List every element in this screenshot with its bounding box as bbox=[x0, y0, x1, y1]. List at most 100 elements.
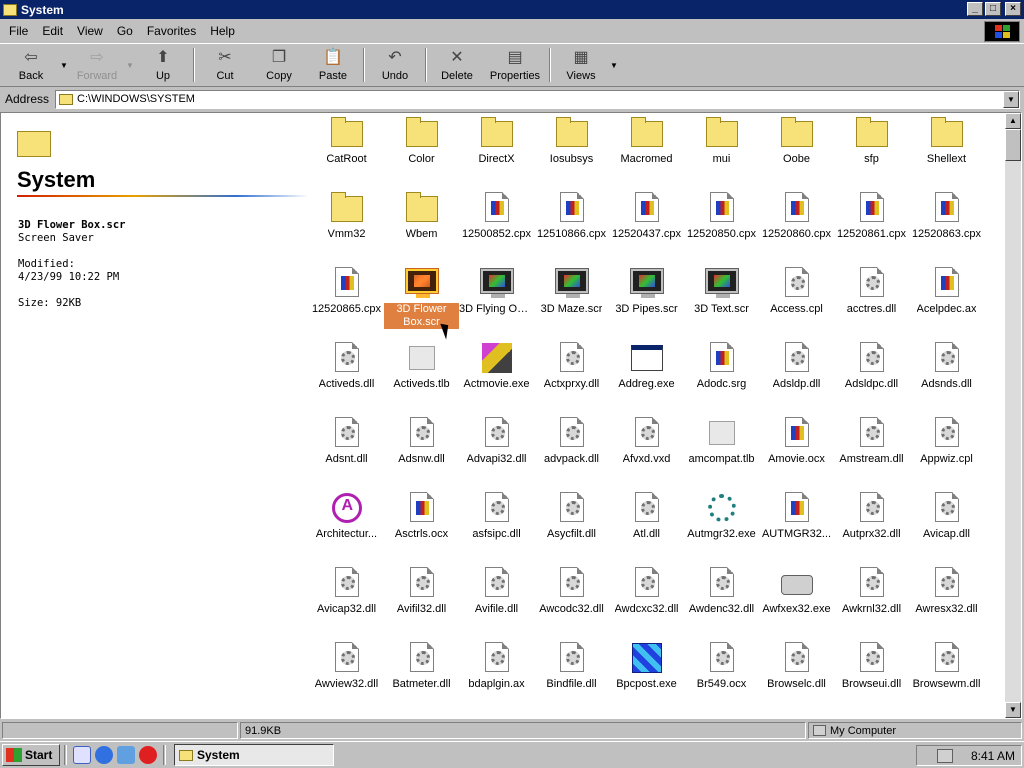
file-item[interactable]: Awdcxc32.dll bbox=[609, 567, 684, 616]
file-item[interactable]: Batmeter.dll bbox=[384, 642, 459, 691]
title-bar[interactable]: System _ □ × bbox=[0, 0, 1024, 19]
file-item[interactable]: Awcodc32.dll bbox=[534, 567, 609, 616]
menu-favorites[interactable]: Favorites bbox=[140, 24, 203, 38]
forward-dropdown[interactable]: ▼ bbox=[124, 44, 136, 86]
file-item[interactable]: 12520865.cpx bbox=[309, 267, 384, 316]
file-item[interactable]: 12520437.cpx bbox=[609, 192, 684, 241]
opera-icon[interactable] bbox=[139, 746, 157, 764]
file-item[interactable]: Avicap32.dll bbox=[309, 567, 384, 616]
file-item[interactable]: CatRoot bbox=[309, 117, 384, 166]
file-item[interactable]: 3D Flower Box.scr bbox=[384, 267, 459, 329]
file-item[interactable]: Autprx32.dll bbox=[834, 492, 909, 541]
file-item[interactable]: Browseui.dll bbox=[834, 642, 909, 691]
file-item[interactable]: Avicap.dll bbox=[909, 492, 984, 541]
outlook-express-icon[interactable] bbox=[117, 746, 135, 764]
file-item[interactable]: 12510866.cpx bbox=[534, 192, 609, 241]
file-item[interactable]: Autmgr32.exe bbox=[684, 492, 759, 541]
file-item[interactable]: Awfxex32.exe bbox=[759, 567, 834, 616]
menu-view[interactable]: View bbox=[70, 24, 110, 38]
file-item[interactable]: Iosubsys bbox=[534, 117, 609, 166]
file-item[interactable]: Actmovie.exe bbox=[459, 342, 534, 391]
file-item[interactable]: 12500852.cpx bbox=[459, 192, 534, 241]
clock[interactable]: 8:41 AM bbox=[971, 749, 1015, 763]
back-dropdown[interactable]: ▼ bbox=[58, 44, 70, 86]
file-item[interactable]: Addreg.exe bbox=[609, 342, 684, 391]
file-item[interactable]: Adsnw.dll bbox=[384, 417, 459, 466]
scroll-thumb[interactable] bbox=[1005, 129, 1021, 161]
properties-button[interactable]: ▤ Properties bbox=[484, 44, 546, 86]
file-item[interactable]: Browsewm.dll bbox=[909, 642, 984, 691]
file-item[interactable]: Amstream.dll bbox=[834, 417, 909, 466]
file-item[interactable]: Bindfile.dll bbox=[534, 642, 609, 691]
file-item[interactable]: Asctrls.ocx bbox=[384, 492, 459, 541]
delete-button[interactable]: ✕ Delete bbox=[430, 44, 484, 86]
file-item[interactable]: Awview32.dll bbox=[309, 642, 384, 691]
file-item[interactable]: Adsldp.dll bbox=[759, 342, 834, 391]
views-button[interactable]: ▦ Views bbox=[554, 44, 608, 86]
file-item[interactable]: 3D Flying Objects.scr bbox=[459, 267, 534, 316]
minimize-button[interactable]: _ bbox=[967, 2, 983, 16]
file-item[interactable]: Macromed bbox=[609, 117, 684, 166]
file-item[interactable]: Color bbox=[384, 117, 459, 166]
up-button[interactable]: ⬆ Up bbox=[136, 44, 190, 86]
file-item[interactable]: acctres.dll bbox=[834, 267, 909, 316]
file-item[interactable]: Adsldpc.dll bbox=[834, 342, 909, 391]
scroll-down-button[interactable]: ▼ bbox=[1005, 702, 1021, 718]
views-dropdown[interactable]: ▼ bbox=[608, 44, 620, 86]
file-item[interactable]: asfsipc.dll bbox=[459, 492, 534, 541]
file-item[interactable]: Adsnt.dll bbox=[309, 417, 384, 466]
file-item[interactable]: Activeds.tlb bbox=[384, 342, 459, 391]
file-item[interactable]: Actxprxy.dll bbox=[534, 342, 609, 391]
file-item[interactable]: Bpcpost.exe bbox=[609, 642, 684, 691]
file-item[interactable]: Activeds.dll bbox=[309, 342, 384, 391]
file-item[interactable]: Avifil32.dll bbox=[384, 567, 459, 616]
file-item[interactable]: 12520863.cpx bbox=[909, 192, 984, 241]
menu-help[interactable]: Help bbox=[203, 24, 242, 38]
file-item[interactable]: Awkrnl32.dll bbox=[834, 567, 909, 616]
copy-button[interactable]: ❐ Copy bbox=[252, 44, 306, 86]
file-item[interactable]: Amovie.ocx bbox=[759, 417, 834, 466]
file-item[interactable]: Afvxd.vxd bbox=[609, 417, 684, 466]
file-item[interactable]: Adodc.srg bbox=[684, 342, 759, 391]
taskbar-button-system[interactable]: System bbox=[174, 744, 334, 766]
maximize-button[interactable]: □ bbox=[985, 2, 1001, 16]
file-item[interactable]: Shellext bbox=[909, 117, 984, 166]
back-button[interactable]: ⇦ Back bbox=[4, 44, 58, 86]
file-item[interactable]: Awresx32.dll bbox=[909, 567, 984, 616]
file-item[interactable]: Advapi32.dll bbox=[459, 417, 534, 466]
file-item[interactable]: bdaplgin.ax bbox=[459, 642, 534, 691]
file-item[interactable]: 3D Maze.scr bbox=[534, 267, 609, 316]
file-item[interactable]: Atl.dll bbox=[609, 492, 684, 541]
file-item[interactable]: Architectur... bbox=[309, 492, 384, 541]
network-icon[interactable] bbox=[936, 748, 953, 763]
address-dropdown-button[interactable]: ▼ bbox=[1003, 90, 1019, 108]
file-item[interactable]: DirectX bbox=[459, 117, 534, 166]
forward-button[interactable]: ⇨ Forward bbox=[70, 44, 124, 86]
menu-go[interactable]: Go bbox=[110, 24, 140, 38]
file-item[interactable]: amcompat.tlb bbox=[684, 417, 759, 466]
undo-button[interactable]: ↶ Undo bbox=[368, 44, 422, 86]
file-item[interactable]: Asycfilt.dll bbox=[534, 492, 609, 541]
file-item[interactable]: sfp bbox=[834, 117, 909, 166]
file-item[interactable]: mui bbox=[684, 117, 759, 166]
menu-edit[interactable]: Edit bbox=[35, 24, 70, 38]
show-desktop-icon[interactable] bbox=[73, 746, 91, 764]
menu-file[interactable]: File bbox=[2, 24, 35, 38]
file-item[interactable]: Adsnds.dll bbox=[909, 342, 984, 391]
vertical-scrollbar[interactable]: ▲ ▼ bbox=[1005, 113, 1021, 718]
file-item[interactable]: 12520860.cpx bbox=[759, 192, 834, 241]
file-item[interactable]: Appwiz.cpl bbox=[909, 417, 984, 466]
file-item[interactable]: Br549.ocx bbox=[684, 642, 759, 691]
paste-button[interactable]: 📋 Paste bbox=[306, 44, 360, 86]
file-item[interactable]: Avifile.dll bbox=[459, 567, 534, 616]
file-item[interactable]: 12520861.cpx bbox=[834, 192, 909, 241]
file-item[interactable]: Acelpdec.ax bbox=[909, 267, 984, 316]
internet-explorer-icon[interactable] bbox=[95, 746, 113, 764]
address-input[interactable]: C:\WINDOWS\SYSTEM ▼ bbox=[55, 89, 1020, 109]
file-item[interactable]: Access.cpl bbox=[759, 267, 834, 316]
file-item[interactable]: Awdenc32.dll bbox=[684, 567, 759, 616]
file-item[interactable]: AUTMGR32... bbox=[759, 492, 834, 541]
file-item[interactable]: Wbem bbox=[384, 192, 459, 241]
start-button[interactable]: Start bbox=[2, 744, 60, 766]
file-item[interactable]: 3D Text.scr bbox=[684, 267, 759, 316]
